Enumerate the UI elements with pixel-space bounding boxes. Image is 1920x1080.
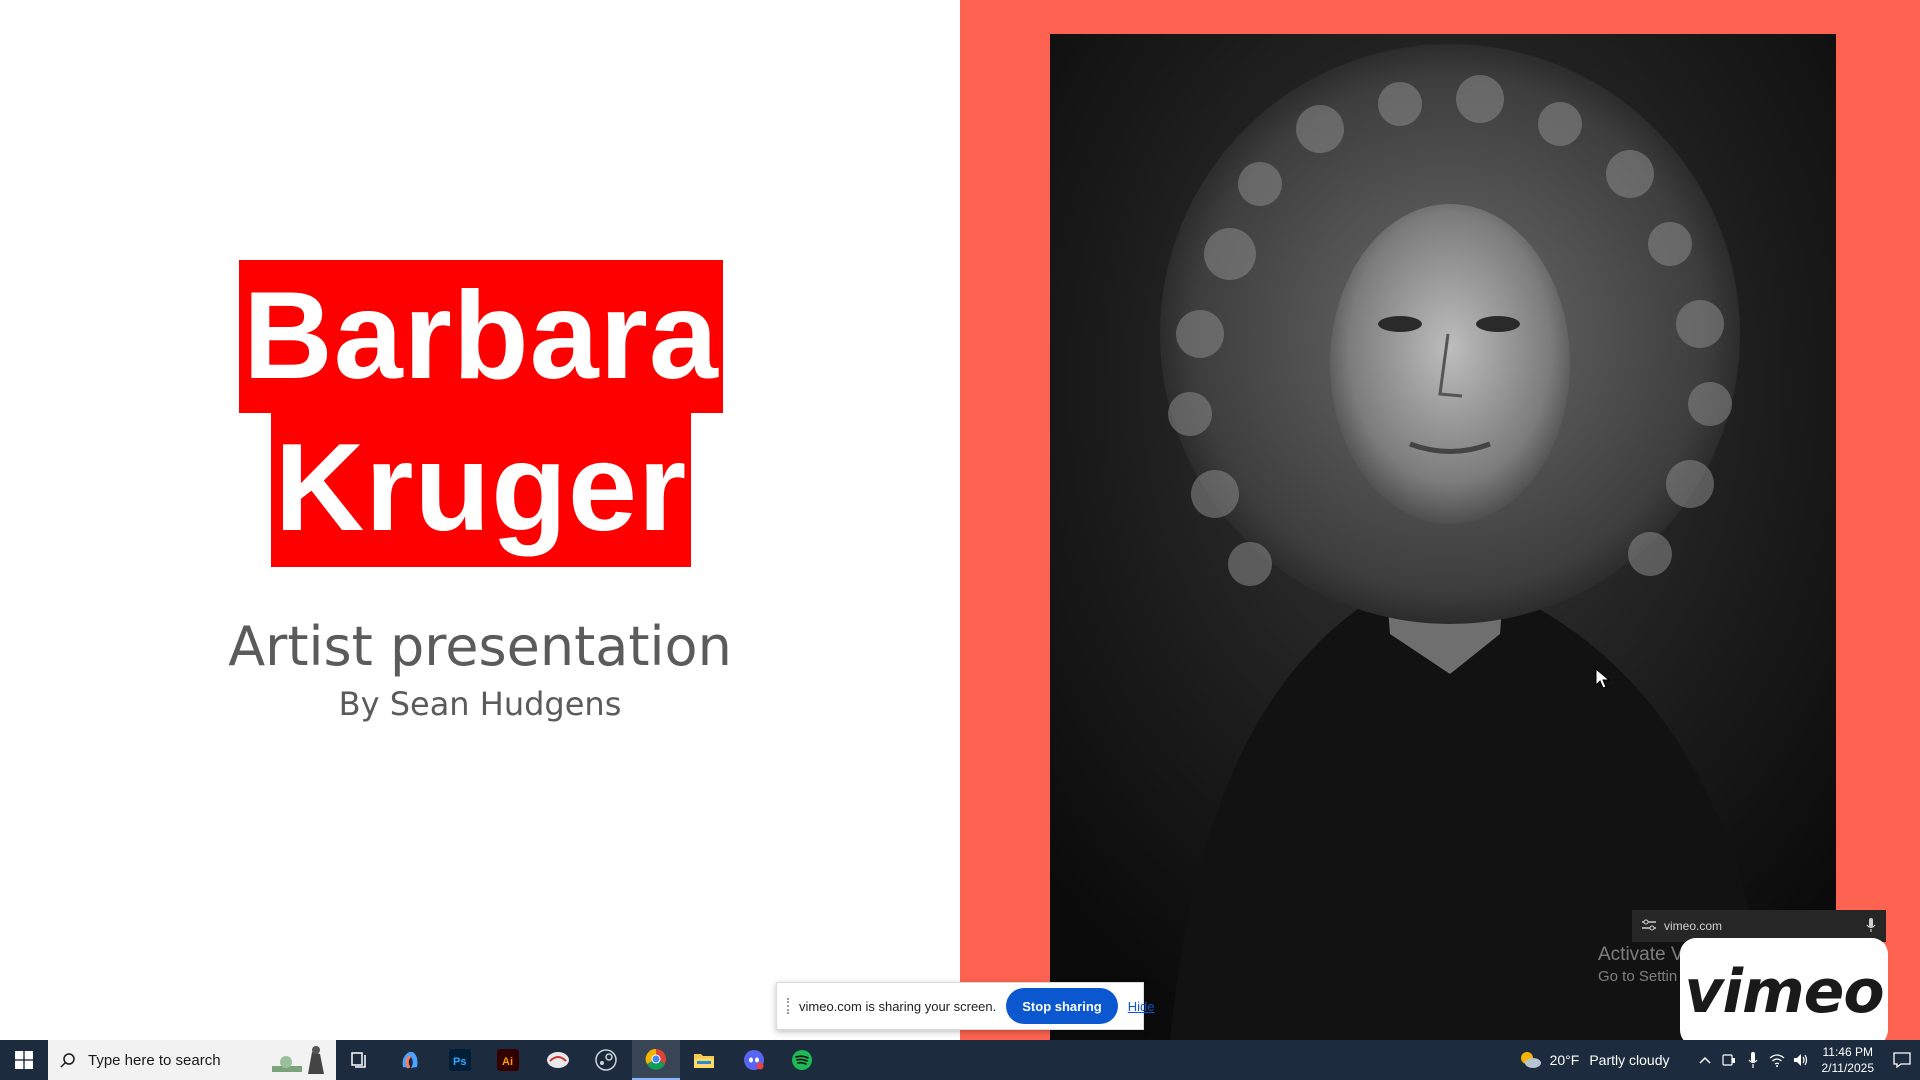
clock-date: 2/11/2025 xyxy=(1821,1061,1875,1075)
tray-device-button[interactable] xyxy=(1718,1040,1740,1080)
notification-center-button[interactable] xyxy=(1884,1040,1920,1080)
task-view-button[interactable] xyxy=(336,1040,384,1080)
wifi-icon xyxy=(1769,1054,1784,1067)
spotify-icon xyxy=(792,1050,812,1070)
taskbar-clock[interactable]: 11:46 PM 2/11/2025 xyxy=(1822,1044,1875,1076)
tray-microphone-button[interactable] xyxy=(1742,1040,1764,1080)
taskbar-search-box[interactable]: Type here to search xyxy=(48,1040,336,1080)
chrome-icon xyxy=(645,1048,666,1070)
speaker-icon xyxy=(1793,1054,1807,1066)
watermark-line-1: Activate V xyxy=(1598,944,1684,965)
search-placeholder: Type here to search xyxy=(88,1051,221,1069)
taskbar-app-spotify[interactable] xyxy=(778,1040,826,1080)
clock-time: 11:46 PM xyxy=(1822,1045,1873,1059)
svg-text:Ai: Ai xyxy=(502,1056,513,1068)
weather-condition: Partly cloudy xyxy=(1589,1052,1670,1068)
slide-subtitle: Artist presentation xyxy=(228,615,732,678)
mouse-cursor-icon xyxy=(1595,668,1611,689)
slide-title-line-2: Kruger xyxy=(271,413,691,567)
portrait-photo xyxy=(1050,34,1836,1040)
vimeo-popup-url: vimeo.com xyxy=(1664,919,1723,933)
microphone-icon[interactable] xyxy=(1866,917,1876,935)
photoshop-icon: Ps xyxy=(449,1049,471,1071)
illustrator-icon: Ai xyxy=(497,1049,519,1071)
drag-handle-icon[interactable] xyxy=(787,998,789,1014)
stop-sharing-button[interactable]: Stop sharing xyxy=(1006,988,1118,1024)
vimeo-logo-text: vimeo xyxy=(1684,957,1884,1027)
taskbar-app-copilot[interactable] xyxy=(386,1040,434,1080)
vimeo-logo: vimeo xyxy=(1680,938,1888,1046)
tray-volume-button[interactable] xyxy=(1790,1040,1812,1080)
taskbar-app-illustrator[interactable]: Ai xyxy=(484,1040,532,1080)
copilot-icon xyxy=(402,1052,418,1069)
notification-icon xyxy=(1893,1052,1911,1068)
slide-left-panel: Barbara Kruger Artist presentation By Se… xyxy=(0,0,960,1040)
weather-widget[interactable]: 20°F Partly cloudy xyxy=(1518,1050,1670,1070)
file-explorer-icon xyxy=(694,1054,714,1068)
microphone-icon xyxy=(1748,1052,1757,1068)
device-icon xyxy=(1721,1054,1735,1066)
partly-cloudy-icon xyxy=(1520,1052,1541,1068)
activate-windows-watermark: Activate V Go to Settin xyxy=(1598,944,1684,985)
windows-logo-icon xyxy=(15,1051,33,1069)
system-tray: 20°F Partly cloudy 11:46 PM 2/11/2025 xyxy=(1518,1040,1920,1080)
taskbar-app-file-explorer[interactable] xyxy=(680,1040,728,1080)
watermark-line-2: Go to Settin xyxy=(1598,968,1678,985)
taskbar-app-discord[interactable] xyxy=(730,1040,778,1080)
taskbar-app-game[interactable] xyxy=(534,1040,582,1080)
tray-network-button[interactable] xyxy=(1766,1040,1788,1080)
chevron-up-icon xyxy=(1698,1056,1711,1064)
search-icon xyxy=(60,1053,75,1068)
task-view-icon xyxy=(351,1052,366,1068)
slide-byline: By Sean Hudgens xyxy=(338,685,622,723)
show-hidden-icons-button[interactable] xyxy=(1694,1040,1716,1080)
tune-icon[interactable] xyxy=(1642,919,1656,934)
discord-icon xyxy=(744,1050,764,1070)
hide-link[interactable]: Hide xyxy=(1128,999,1155,1014)
presentation-slide: Barbara Kruger Artist presentation By Se… xyxy=(0,0,1920,1046)
steam-icon xyxy=(595,1049,617,1071)
taskbar-app-photoshop[interactable]: Ps xyxy=(436,1040,484,1080)
start-button[interactable] xyxy=(0,1040,48,1080)
game-icon xyxy=(547,1052,569,1068)
slide-title-line-1: Barbara xyxy=(239,260,723,413)
taskbar: Type here to search Ps Ai 20°F Partly cl… xyxy=(0,1040,1920,1080)
svg-text:Ps: Ps xyxy=(453,1056,466,1068)
taskbar-app-steam[interactable] xyxy=(582,1040,630,1080)
taskbar-app-chrome[interactable] xyxy=(632,1040,680,1080)
share-message: vimeo.com is sharing your screen. xyxy=(799,998,997,1014)
screen-share-bar: vimeo.com is sharing your screen. Stop s… xyxy=(776,982,1154,1030)
search-highlight-illustration xyxy=(272,1046,324,1074)
weather-temperature: 20°F xyxy=(1549,1052,1580,1068)
